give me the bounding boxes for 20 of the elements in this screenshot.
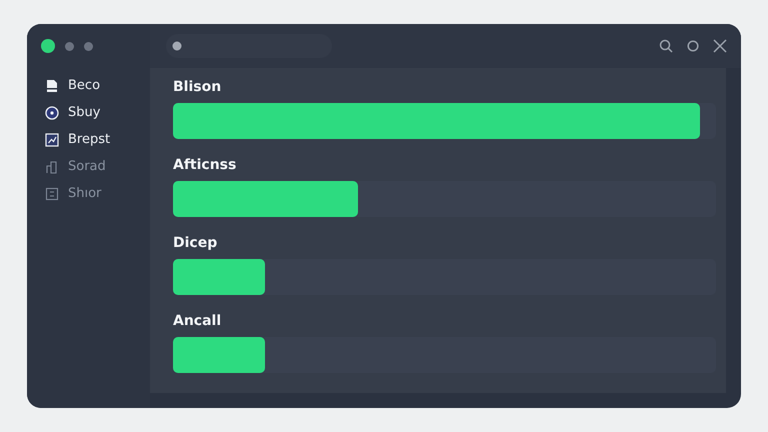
circle-icon[interactable] bbox=[687, 40, 699, 52]
close-icon[interactable] bbox=[713, 39, 727, 53]
search-icon[interactable] bbox=[659, 39, 673, 53]
sidebar-item[interactable]: Sbuy bbox=[27, 99, 150, 126]
dot-icon bbox=[172, 41, 182, 51]
window-control[interactable] bbox=[65, 42, 74, 50]
bar-label: Ancall bbox=[173, 312, 222, 330]
columns-icon bbox=[45, 160, 59, 174]
bar-label: Dicep bbox=[173, 234, 218, 252]
bar-label: Blison bbox=[173, 78, 222, 96]
address-field[interactable] bbox=[166, 34, 332, 58]
sidebar-item[interactable]: Beco bbox=[27, 72, 150, 99]
chart-icon bbox=[45, 132, 59, 146]
bar-label: Afticnss bbox=[173, 156, 238, 174]
sidebar-item[interactable]: Brepst bbox=[27, 126, 150, 153]
card-icon bbox=[45, 186, 59, 200]
window-control[interactable] bbox=[41, 39, 55, 53]
compass-icon bbox=[45, 106, 59, 120]
document-icon bbox=[45, 78, 59, 92]
window-control[interactable] bbox=[84, 42, 93, 50]
